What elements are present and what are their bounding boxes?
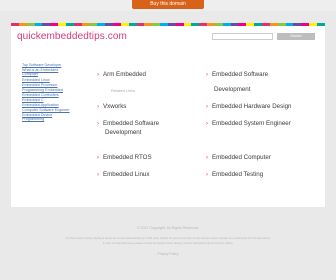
color-stripe-segment [120,23,129,26]
color-stripe-segment [160,23,168,26]
color-stripe-segment [42,23,51,26]
color-stripe [11,23,325,26]
link-embedded-system-engineer[interactable]: › Embedded System Engineer [206,120,291,128]
top-bar: Buy this domain [0,0,336,11]
link-label: Embedded System Engineer [212,120,291,127]
link-arm-embedded[interactable]: › Arm Embedded [97,71,146,79]
chevron-right-icon: › [206,155,208,161]
color-stripe-segment [144,23,153,26]
color-stripe-segment [65,23,74,26]
link-embedded-rtos[interactable]: › Embedded RTOS [97,154,152,162]
link-label: Embedded Software [103,120,160,127]
link-label: Embedded Testing [212,171,264,178]
chevron-right-icon: › [97,155,99,161]
link-embedded-software-development[interactable]: Development [105,129,141,137]
link-label: Embedded Computer [212,154,271,161]
color-stripe-segment [58,23,66,26]
copyright-text: © 2017 Copyright. All Rights Reserved. [136,226,200,230]
chevron-right-icon: › [206,121,208,127]
color-stripe-segment [50,23,59,26]
color-stripe-segment [73,23,82,26]
link-vxworks[interactable]: › Vxworks [97,103,126,111]
color-stripe-segment [301,23,310,26]
sidebar-item-what-is-embedded-computer[interactable]: What is an Embedded Computer [22,68,66,77]
color-stripe-segment [214,23,223,26]
sidebar-item-embedded-device-programming[interactable]: Embedded Device Programming [22,113,62,122]
color-stripe-segment [81,23,90,26]
chevron-right-icon: › [97,121,99,127]
chevron-right-icon: › [97,72,99,78]
color-stripe-segment [246,23,255,26]
color-stripe-segment [262,23,270,26]
color-stripe-segment [112,23,121,26]
sidebar: Top Software Developer What is an Embedd… [22,63,80,122]
color-stripe-segment [191,23,200,26]
color-stripe-segment [285,23,294,26]
site-title[interactable]: quickembeddedtips.com [17,31,127,42]
chevron-right-icon: › [206,172,208,178]
color-stripe-segment [26,23,35,26]
color-stripe-segment [309,23,317,26]
chevron-right-icon: › [97,172,99,178]
link-label: Embedded Software [212,71,269,78]
link-embedded-hardware-design[interactable]: › Embedded Hardware Design [206,103,291,111]
link-embedded-software[interactable]: › Embedded Software [97,120,159,128]
link-label: Arm Embedded [103,71,146,78]
trademark-text: In case of trademark issues please conta… [102,242,234,245]
color-stripe-segment [128,23,137,26]
color-stripe-segment [238,23,247,26]
privacy-policy-link[interactable]: Privacy Policy [0,252,336,256]
search-button[interactable]: Search [277,33,315,40]
color-stripe-segment [207,23,215,26]
color-stripe-segment [105,23,113,26]
disclaimer-text: The Sponsored Listings displayed above a… [65,237,271,240]
buy-domain-button[interactable]: Buy this domain [132,0,204,9]
color-stripe-segment [277,23,286,26]
link-label: Embedded RTOS [103,154,152,161]
related-links-label: Related Links [111,88,136,93]
color-stripe-segment [97,23,106,26]
color-stripe-segment [269,23,278,26]
color-stripe-segment [199,23,208,26]
color-stripe-segment [11,23,19,26]
link-label: Development [214,86,251,93]
search-input[interactable] [212,33,273,40]
color-stripe-segment [152,23,161,26]
color-stripe-segment [167,23,176,26]
link-development[interactable]: Development [214,86,250,94]
color-stripe-segment [254,23,262,26]
color-stripe-segment [183,23,192,26]
link-label-development: Development [105,129,142,136]
color-stripe-segment [316,23,325,26]
link-label: Embedded Hardware Design [212,103,292,110]
link-embedded-computer[interactable]: › Embedded Computer [206,154,271,162]
chevron-right-icon: › [97,104,99,110]
link-embedded-software-right[interactable]: › Embedded Software [206,71,268,79]
color-stripe-segment [136,23,145,26]
color-stripe-segment [175,23,184,26]
color-stripe-segment [34,23,43,26]
chevron-right-icon: › [206,104,208,110]
color-stripe-segment [18,23,27,26]
color-stripe-segment [89,23,98,26]
color-stripe-segment [293,23,302,26]
main-card: quickembeddedtips.com Search Top Softwar… [11,23,325,207]
link-label: Vxworks [103,103,127,110]
chevron-right-icon: › [206,72,208,78]
link-label: Embedded Linux [103,171,150,178]
link-embedded-testing[interactable]: › Embedded Testing [206,171,263,179]
color-stripe-segment [222,23,231,26]
color-stripe-segment [230,23,239,26]
link-embedded-linux[interactable]: › Embedded Linux [97,171,149,179]
